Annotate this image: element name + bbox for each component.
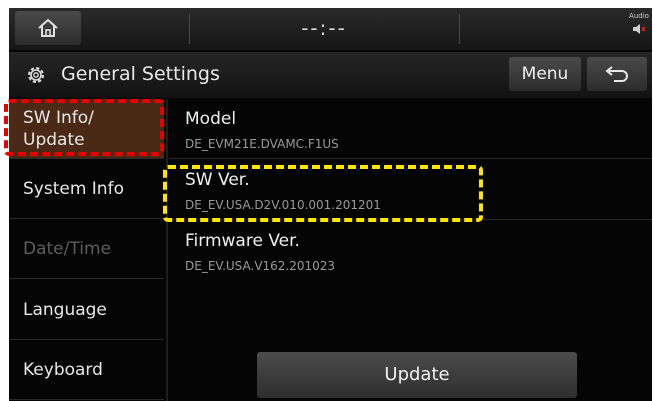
- info-row-model: Model DE_EVM21E.DVAMC.F1US: [169, 99, 652, 159]
- info-title: Firmware Ver.: [185, 231, 300, 251]
- sidebar-item-language[interactable]: Language: [9, 280, 164, 340]
- gear-icon: [28, 67, 44, 83]
- page-header: General Settings Menu: [9, 52, 652, 98]
- home-button[interactable]: [15, 11, 81, 45]
- sidebar-item-date-time: Date/Time: [9, 219, 164, 279]
- back-button[interactable]: [587, 57, 647, 91]
- clock: --:--: [301, 16, 347, 40]
- sidebar-item-system-info[interactable]: System Info: [9, 159, 164, 219]
- info-title: Model: [185, 109, 237, 129]
- audio-label: Audio: [629, 12, 649, 20]
- sidebar-item-keyboard[interactable]: Keyboard: [9, 340, 164, 400]
- sidebar-item-label: System Info: [23, 178, 124, 199]
- info-value: DE_EVM21E.DVAMC.F1US: [185, 137, 339, 151]
- home-icon: [38, 19, 58, 37]
- annotation-highlight-yellow: [163, 165, 483, 222]
- update-button[interactable]: Update: [257, 352, 577, 398]
- sidebar-item-label: Language: [23, 299, 107, 320]
- status-bar: --:-- Audio: [9, 8, 652, 50]
- info-row-firmware-version: Firmware Ver. DE_EV.USA.V162.201023: [169, 221, 652, 281]
- row-divider: [169, 158, 652, 159]
- page-title: General Settings: [61, 63, 220, 85]
- sidebar-item-label: Keyboard: [23, 359, 103, 380]
- back-arrow-icon: [605, 66, 628, 82]
- status-divider: [459, 14, 460, 44]
- sidebar-item-label: Date/Time: [23, 238, 111, 259]
- audio-status: Audio: [629, 12, 649, 39]
- status-divider: [189, 14, 190, 44]
- audio-mute-icon: [633, 24, 646, 34]
- menu-button[interactable]: Menu: [509, 57, 581, 91]
- info-value: DE_EV.USA.V162.201023: [185, 259, 336, 273]
- annotation-highlight-red: [4, 99, 164, 156]
- sidebar-divider: [166, 99, 168, 401]
